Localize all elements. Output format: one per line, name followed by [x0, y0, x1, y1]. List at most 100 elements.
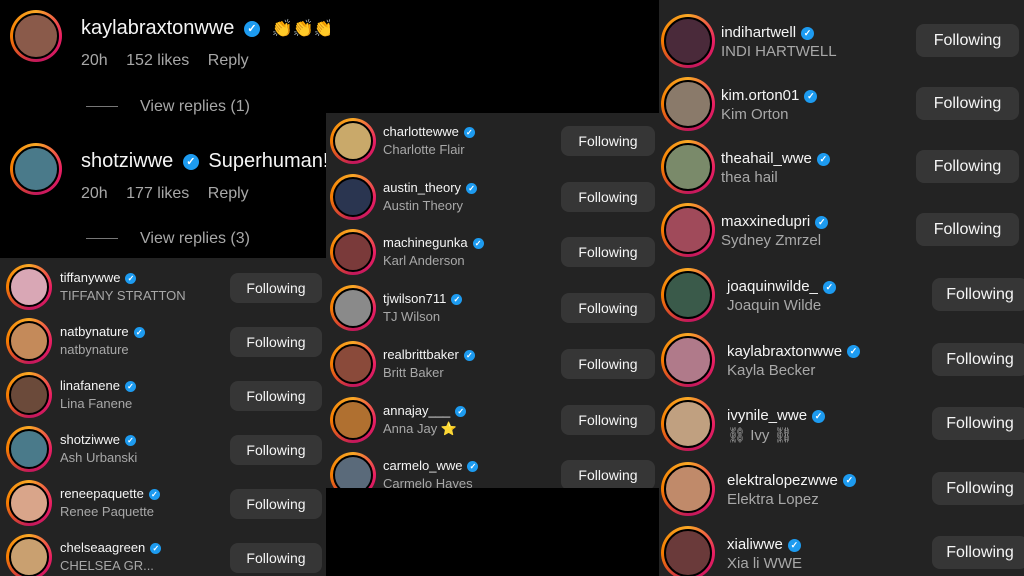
- account-handle[interactable]: austin_theory ✓: [383, 180, 478, 195]
- following-button[interactable]: Following: [932, 536, 1024, 569]
- account-handle[interactable]: tjwilson711 ✓: [383, 291, 463, 306]
- comment-handle[interactable]: kaylabraxtonwwe: [81, 17, 234, 39]
- avatar[interactable]: [330, 229, 376, 276]
- avatar[interactable]: [661, 461, 715, 516]
- account-handle[interactable]: realbrittbaker ✓: [383, 347, 475, 362]
- avatar[interactable]: [6, 318, 52, 364]
- comment-likes[interactable]: 152 likes: [126, 52, 189, 69]
- list-item[interactable]: tjwilson711 ✓ TJ Wilson Following: [326, 284, 659, 340]
- list-item[interactable]: reneepaquette ✓ Renee Paquette Following: [0, 478, 326, 532]
- account-handle[interactable]: tiffanywwe ✓: [60, 270, 137, 285]
- avatar[interactable]: [330, 285, 376, 332]
- avatar[interactable]: [661, 140, 715, 194]
- following-button[interactable]: Following: [561, 348, 655, 379]
- following-button[interactable]: Following: [932, 342, 1024, 376]
- list-item[interactable]: tiffanywwe ✓ TIFFANY STRATTON Following: [0, 262, 326, 316]
- list-item[interactable]: kaylabraxtonwwe ✓ Kayla Becker Following: [659, 329, 1024, 392]
- verified-icon: ✓: [801, 26, 815, 40]
- following-button[interactable]: Following: [916, 213, 1019, 246]
- account-handle[interactable]: machinegunka ✓: [383, 235, 484, 250]
- account-handle[interactable]: reneepaquette ✓: [60, 486, 160, 501]
- avatar[interactable]: [6, 480, 52, 526]
- view-replies[interactable]: View replies (1): [86, 98, 250, 116]
- avatar[interactable]: [661, 268, 715, 322]
- account-handle[interactable]: indihartwell ✓: [721, 24, 815, 41]
- avatar[interactable]: [6, 372, 52, 418]
- avatar[interactable]: [661, 526, 715, 576]
- list-item[interactable]: chelseaagreen ✓ CHELSEA GR... Following: [0, 532, 326, 576]
- account-handle[interactable]: maxxinedupri ✓: [721, 213, 829, 230]
- reply-button[interactable]: Reply: [208, 52, 249, 69]
- following-button[interactable]: Following: [916, 87, 1019, 120]
- avatar[interactable]: [661, 203, 715, 257]
- view-replies[interactable]: View replies (3): [86, 230, 250, 248]
- list-item[interactable]: maxxinedupri ✓ Sydney Zmrzel Following: [659, 199, 1024, 262]
- account-handle[interactable]: natbynature ✓: [60, 324, 145, 339]
- following-button[interactable]: Following: [561, 293, 655, 324]
- account-handle[interactable]: shotziwwe ✓: [60, 432, 136, 447]
- list-item[interactable]: austin_theory ✓ Austin Theory Following: [326, 173, 659, 229]
- list-item[interactable]: charlottewwe ✓ Charlotte Flair Following: [326, 117, 659, 173]
- list-item[interactable]: realbrittbaker ✓ Britt Baker Following: [326, 340, 659, 396]
- following-button[interactable]: Following: [916, 24, 1019, 57]
- account-handle[interactable]: joaquinwilde_ ✓: [727, 278, 836, 295]
- account-handle[interactable]: linafanene ✓: [60, 378, 136, 393]
- following-button[interactable]: Following: [561, 404, 655, 435]
- following-button[interactable]: Following: [561, 181, 655, 212]
- account-handle[interactable]: kaylabraxtonwwe ✓: [727, 343, 861, 360]
- list-item[interactable]: machinegunka ✓ Karl Anderson Following: [326, 228, 659, 284]
- following-button[interactable]: Following: [932, 407, 1024, 440]
- following-button[interactable]: Following: [932, 278, 1024, 311]
- list-item[interactable]: xialiwwe ✓ Xia li WWE Following: [659, 522, 1024, 576]
- account-handle[interactable]: chelseaagreen ✓: [60, 540, 162, 555]
- following-button[interactable]: Following: [932, 471, 1024, 505]
- avatar[interactable]: [330, 452, 376, 488]
- account-handle[interactable]: carmelo_wwe ✓: [383, 458, 479, 473]
- account-handle[interactable]: annajay___ ✓: [383, 403, 467, 418]
- avatar[interactable]: [6, 426, 52, 472]
- list-item[interactable]: linafanene ✓ Lina Fanene Following: [0, 370, 326, 424]
- avatar[interactable]: [661, 77, 715, 131]
- account-handle[interactable]: ivynile_wwe ✓: [727, 407, 826, 424]
- avatar[interactable]: [330, 118, 376, 164]
- avatar[interactable]: [330, 173, 376, 220]
- list-item[interactable]: natbynature ✓ natbynature Following: [0, 316, 326, 370]
- avatar[interactable]: [330, 396, 376, 443]
- account-handle[interactable]: theahail_wwe ✓: [721, 150, 830, 167]
- list-item[interactable]: theahail_wwe ✓ thea hail Following: [659, 136, 1024, 199]
- reply-button[interactable]: Reply: [208, 185, 249, 202]
- list-item[interactable]: elektralopezwwe ✓ Elektra Lopez Following: [659, 458, 1024, 521]
- avatar[interactable]: [10, 10, 62, 62]
- list-item[interactable]: annajay___ ✓ Anna Jay ⭐ Following: [326, 396, 659, 452]
- following-button[interactable]: Following: [561, 237, 655, 268]
- comment-handle[interactable]: shotziwwe: [81, 150, 173, 172]
- list-item[interactable]: carmelo_wwe ✓ Carmelo Hayes Following: [326, 451, 659, 488]
- account-handle[interactable]: elektralopezwwe ✓: [727, 472, 856, 489]
- avatar[interactable]: [661, 14, 715, 68]
- list-item[interactable]: shotziwwe ✓ Ash Urbanski Following: [0, 424, 326, 478]
- following-button[interactable]: Following: [561, 126, 655, 156]
- avatar[interactable]: [661, 332, 715, 387]
- verified-icon: ✓: [816, 152, 830, 166]
- list-item[interactable]: kim.orton01 ✓ Kim Orton Following: [659, 73, 1024, 136]
- following-button[interactable]: Following: [230, 489, 322, 519]
- comment-likes[interactable]: 177 likes: [126, 185, 189, 202]
- following-button[interactable]: Following: [916, 150, 1019, 183]
- list-item[interactable]: indihartwell ✓ INDI HARTWELL Following: [659, 10, 1024, 73]
- avatar[interactable]: [661, 397, 715, 451]
- avatar[interactable]: [330, 340, 376, 387]
- avatar[interactable]: [6, 264, 52, 310]
- following-button[interactable]: Following: [230, 273, 322, 303]
- list-item[interactable]: joaquinwilde_ ✓ Joaquin Wilde Following: [659, 264, 1024, 327]
- following-button[interactable]: Following: [230, 435, 322, 465]
- avatar[interactable]: [10, 143, 62, 195]
- following-button[interactable]: Following: [230, 381, 322, 411]
- account-handle[interactable]: kim.orton01 ✓: [721, 87, 818, 104]
- following-button[interactable]: Following: [561, 460, 655, 488]
- account-handle[interactable]: charlottewwe ✓: [383, 124, 475, 139]
- avatar[interactable]: [6, 534, 52, 576]
- following-button[interactable]: Following: [230, 543, 322, 573]
- list-item[interactable]: ivynile_wwe ✓ ⛓ Ivy ⛓ Following: [659, 393, 1024, 456]
- account-handle[interactable]: xialiwwe ✓: [727, 536, 801, 553]
- following-button[interactable]: Following: [230, 327, 322, 357]
